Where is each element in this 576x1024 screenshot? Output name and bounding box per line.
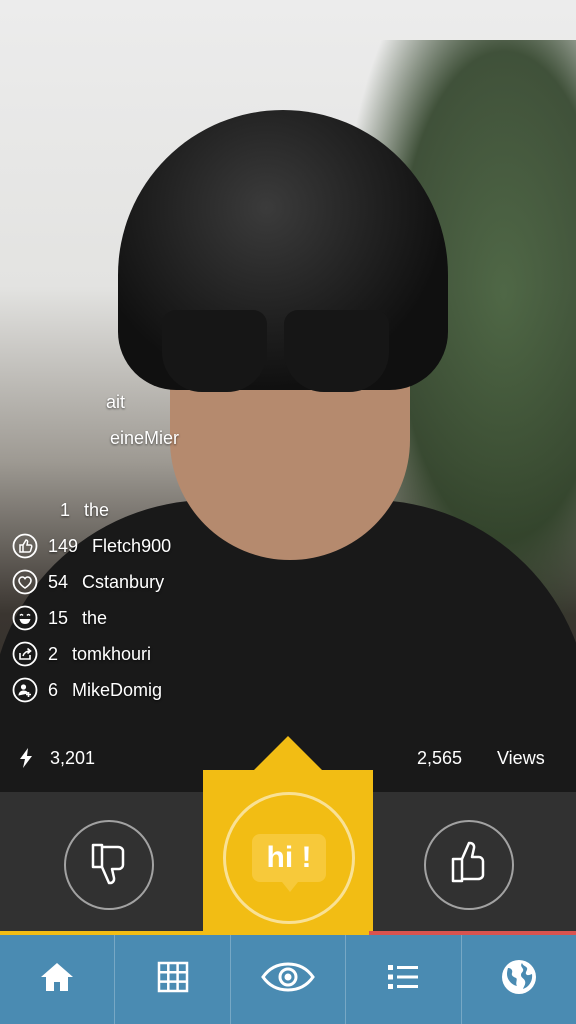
live-stream-screen: ait eineMier 1 the 149 Fletch900 54 Csta… [0, 0, 576, 1024]
lightning-icon [18, 748, 34, 773]
tab-grid[interactable] [115, 935, 231, 1024]
feed-username: Cstanbury [82, 571, 165, 592]
feed-count: 1 [60, 499, 71, 520]
lens-right [284, 310, 389, 392]
smile-icon [12, 605, 38, 631]
speech-bubble-icon: hi ! [252, 834, 326, 892]
feed-row: 6 MikeDomig [12, 672, 179, 708]
hi-button[interactable]: hi ! [223, 792, 355, 924]
thumbs-down-icon [83, 837, 135, 894]
feed-partial-text: eineMier [110, 427, 180, 448]
globe-icon [500, 958, 538, 1001]
add-user-icon [12, 677, 38, 703]
views-label: Views [497, 748, 545, 768]
lens-left [162, 310, 267, 392]
like-button[interactable] [424, 820, 514, 910]
feed-count: 2 [48, 643, 59, 664]
feed-row-partial: eineMier [12, 420, 179, 456]
feed-partial-text: ait [106, 391, 126, 412]
feed-count: 149 [48, 535, 79, 556]
dislike-button[interactable] [64, 820, 154, 910]
feed-count: 54 [48, 571, 69, 592]
bottom-nav [0, 935, 576, 1024]
tab-list[interactable] [346, 935, 462, 1024]
feed-row: 15 the [12, 600, 179, 636]
feed-username: the [84, 499, 110, 520]
feed-row: 2 tomkhouri [12, 636, 179, 672]
tab-home[interactable] [0, 935, 116, 1024]
feed-row-partial: 1 the [12, 492, 179, 528]
feed-username: Fletch900 [92, 535, 172, 556]
thumbs-up-icon [12, 533, 38, 559]
thumbs-up-icon [443, 837, 495, 894]
hi-label: hi ! [266, 841, 312, 874]
feed-row: 54 Cstanbury [12, 564, 179, 600]
views-count: 2,565 [417, 748, 463, 768]
feed-row-spacer [12, 456, 179, 492]
streamer-sunglasses [162, 310, 392, 395]
feed-count: 6 [48, 679, 59, 700]
home-icon [40, 961, 74, 998]
feed-count: 15 [48, 607, 69, 628]
feed-username: the [82, 607, 108, 628]
list-icon [387, 963, 419, 996]
grid-icon [157, 961, 189, 998]
feed-username: MikeDomig [72, 679, 163, 700]
reaction-feed: ait eineMier 1 the 149 Fletch900 54 Csta… [12, 384, 179, 708]
tab-watch[interactable] [231, 935, 347, 1024]
tab-explore[interactable] [462, 935, 576, 1024]
feed-row-partial: ait [12, 384, 179, 420]
feed-username: tomkhouri [72, 643, 152, 664]
feed-row: 149 Fletch900 [12, 528, 179, 564]
eye-icon [261, 962, 315, 997]
share-icon [12, 641, 38, 667]
heart-icon [12, 569, 38, 595]
hi-panel-pointer [254, 736, 322, 770]
likes-count: 3,201 [50, 748, 96, 768]
